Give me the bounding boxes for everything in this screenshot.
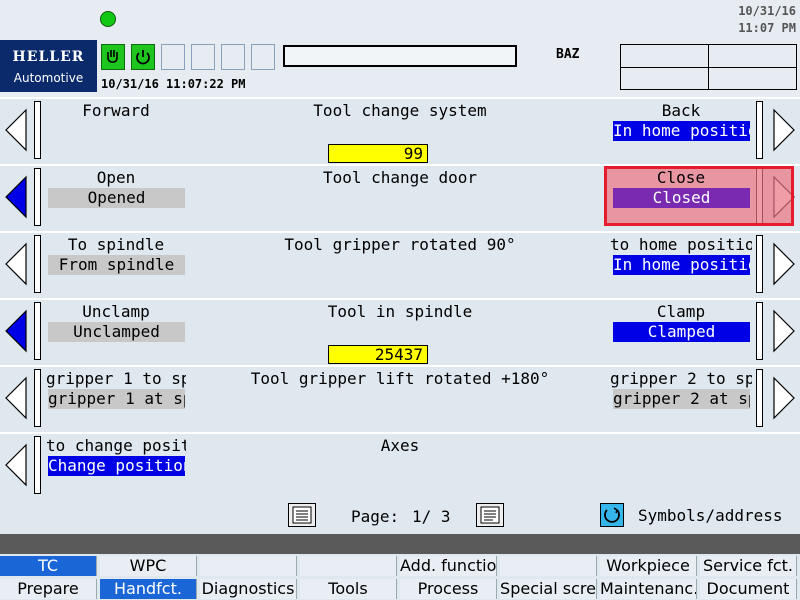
left-state-value: From spindle (48, 255, 185, 275)
right-action-bar[interactable] (756, 101, 763, 159)
right-action-label[interactable]: Clamp (610, 302, 752, 321)
page-next-icon[interactable] (476, 503, 504, 527)
left-state-value: Change position (48, 456, 185, 476)
function-row-6: to change positionChange position Axes (0, 432, 800, 499)
softkey-top-3[interactable] (200, 556, 297, 576)
right-state-value: In home position (613, 255, 750, 275)
current-datetime: 10/31/16 11:07:22 PM (101, 77, 246, 91)
softkey-bottom-7[interactable]: Maintenanc. (600, 579, 697, 599)
left-action-bar[interactable] (34, 369, 41, 427)
heller-logo: HELLER Automotive (0, 40, 97, 92)
page-bar: Page: 1/ 3 Symbols/address (0, 502, 800, 532)
status-slot-1 (161, 44, 185, 70)
softkey-bottom-6[interactable]: Special scre (500, 579, 597, 599)
row-title: Tool change door (322, 168, 478, 187)
softkey-bottom-3[interactable]: Diagnostics (200, 579, 297, 599)
counter-value: 25437 (328, 345, 428, 364)
status-slot-2 (191, 44, 215, 70)
function-row-1: Forward Tool change system Back In home pos… (0, 97, 800, 164)
status-led-icon (100, 11, 116, 27)
header-bar: 10/31/16 11:07 PM HELLER Automotive BAZ … (0, 0, 800, 97)
power-icon[interactable] (131, 44, 155, 70)
right-action-bar[interactable] (756, 369, 763, 427)
page-number: 1/ 3 (412, 507, 451, 526)
softkey-top-4[interactable] (300, 556, 397, 576)
left-action-bar[interactable] (34, 168, 41, 226)
status-slot-3 (221, 44, 245, 70)
left-action-label[interactable]: gripper 1 to spindle (46, 369, 186, 388)
right-action-label[interactable]: Close (610, 168, 752, 187)
softkey-separator (0, 534, 800, 554)
function-row-4: Unclamp Unclamped Tool in spindle Clamp Clam… (0, 298, 800, 365)
softkey-top-1[interactable]: TC (0, 556, 97, 576)
left-arrow-icon[interactable] (4, 108, 30, 152)
left-action-bar[interactable] (34, 302, 41, 360)
symbols-toggle-icon[interactable] (600, 503, 624, 527)
function-row-5: gripper 1 to spindlegripper 1 at spindle… (0, 365, 800, 432)
right-arrow-icon[interactable] (770, 242, 796, 286)
softkey-bottom-2[interactable]: Handfct. (100, 579, 197, 599)
message-box (283, 45, 517, 67)
softkey-top-8[interactable]: Service fct. (700, 556, 797, 576)
logo-line2: Automotive (13, 71, 84, 85)
status-slot-4 (251, 44, 275, 70)
softkey-top-5[interactable]: Add. function (400, 556, 497, 576)
left-arrow-icon[interactable] (4, 175, 30, 219)
right-arrow-icon[interactable] (770, 108, 796, 152)
right-state-value: Clamped (613, 322, 750, 342)
left-action-label[interactable]: Unclamp (46, 302, 186, 321)
left-action-label[interactable]: Open (46, 168, 186, 187)
left-action-bar[interactable] (34, 436, 41, 494)
counter-value: 99 (328, 144, 428, 163)
left-action-bar[interactable] (34, 235, 41, 293)
softkey-bottom-1[interactable]: Prepare (0, 579, 97, 599)
right-arrow-icon[interactable] (770, 376, 796, 420)
right-action-label[interactable]: to home position (610, 235, 752, 254)
right-action-label[interactable]: Back (610, 101, 752, 120)
left-action-bar[interactable] (34, 101, 41, 159)
right-action-label[interactable]: gripper 2 to spindle (610, 369, 752, 388)
symbols-address-label: Symbols/address (638, 506, 783, 525)
softkey-top-6[interactable] (500, 556, 597, 576)
status-grid (620, 44, 797, 90)
softkey-top-2[interactable]: WPC (100, 556, 197, 576)
softkey-bottom-5[interactable]: Process (400, 579, 497, 599)
row-title: Tool gripper lift rotated +180° (250, 369, 550, 388)
right-action-bar[interactable] (756, 302, 763, 360)
left-arrow-icon[interactable] (4, 242, 30, 286)
left-action-label[interactable]: Forward (46, 101, 186, 120)
row-title: Tool gripper rotated 90° (284, 235, 516, 254)
page-label: Page: (351, 507, 400, 526)
header-time: 11:07 PM (738, 21, 796, 35)
function-row-2: Open Opened Tool change door Close Closed (0, 164, 800, 231)
left-arrow-icon[interactable] (4, 376, 30, 420)
function-row-3: To spindle From spindle Tool gripper rotat… (0, 231, 800, 298)
left-arrow-icon[interactable] (4, 443, 30, 487)
logo-line1: HELLER (12, 49, 85, 65)
left-state-value: Opened (48, 188, 185, 208)
right-arrow-icon[interactable] (770, 309, 796, 353)
left-action-label[interactable]: to change position (46, 436, 186, 455)
header-date: 10/31/16 (738, 4, 796, 18)
left-action-label[interactable]: To spindle (46, 235, 186, 254)
right-state-value: gripper 2 at spindle (613, 389, 750, 409)
baz-label: BAZ (556, 47, 580, 62)
right-state-value: In home position (613, 121, 750, 141)
row-title: Tool change system (313, 101, 487, 120)
softkey-bottom-4[interactable]: Tools (300, 579, 397, 599)
softkey-top-7[interactable]: Workpiece (600, 556, 697, 576)
right-state-value: Closed (613, 188, 750, 208)
page-previous-icon[interactable] (288, 503, 316, 527)
row-title: Tool in spindle (327, 302, 473, 321)
left-arrow-icon[interactable] (4, 309, 30, 353)
right-action-bar[interactable] (756, 235, 763, 293)
row-title: Axes (380, 436, 420, 455)
hand-mode-icon[interactable] (101, 44, 125, 70)
left-state-value: Unclamped (48, 322, 185, 342)
softkey-bottom-8[interactable]: Document (700, 579, 797, 599)
left-state-value: gripper 1 at spindle (48, 389, 185, 409)
